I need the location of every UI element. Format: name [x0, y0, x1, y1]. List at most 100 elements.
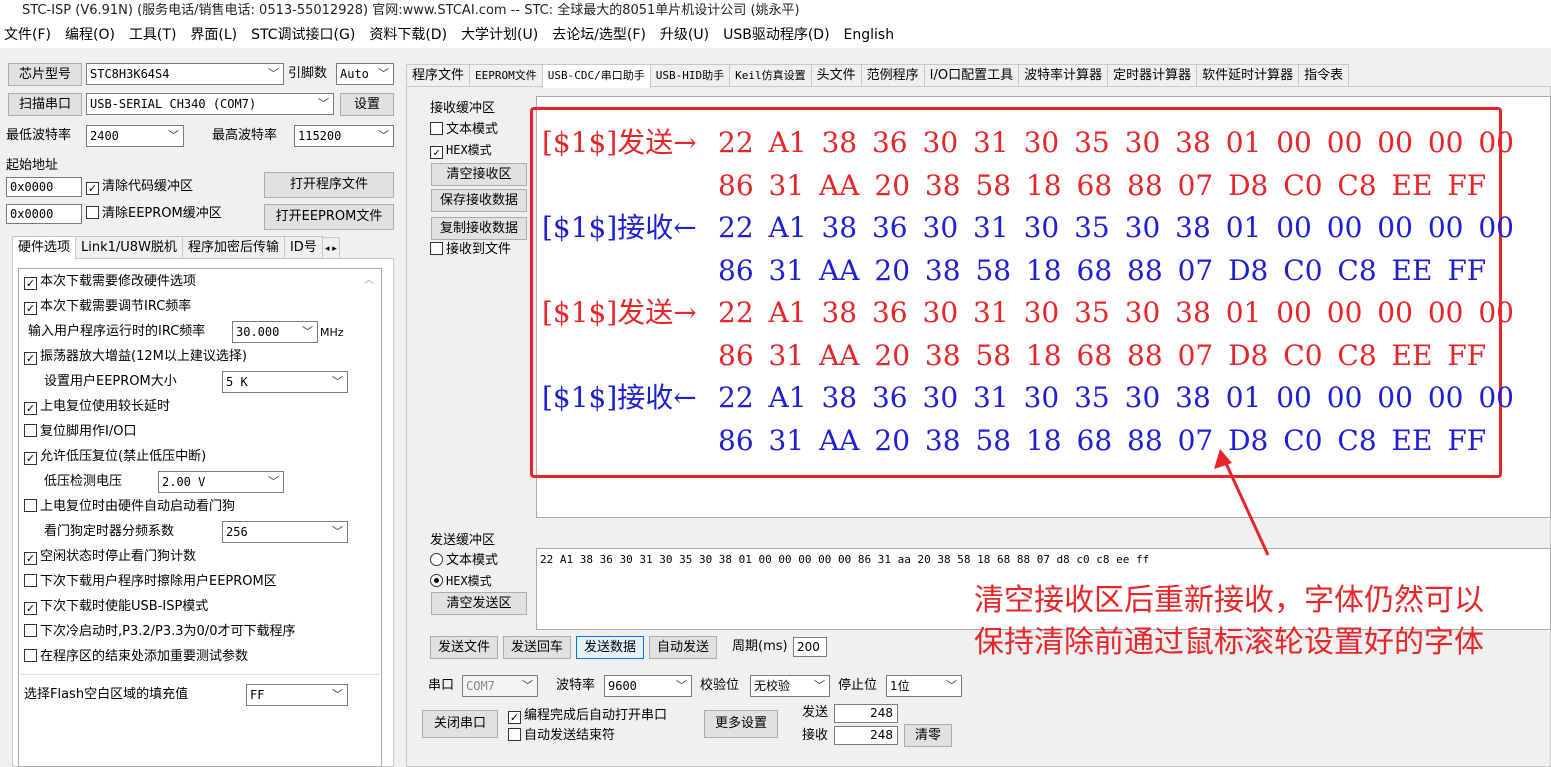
period-input[interactable]: 200 — [793, 637, 827, 657]
code-address-input[interactable]: 0x0000 — [6, 177, 82, 197]
clear-count-button[interactable]: 清零 — [904, 724, 952, 747]
hw-option-erase-eeprom[interactable]: 下次下载用户程序时擦除用户EEPROM区 — [24, 573, 277, 591]
baud-rate-select[interactable]: 9600 ﹀ — [604, 675, 692, 697]
menu-forum[interactable]: 去论坛/选型(F) — [552, 27, 646, 43]
menu-upgrade[interactable]: 升级(U) — [660, 27, 709, 43]
hw-option-long-delay[interactable]: ✓ 上电复位使用较长延时 — [24, 398, 170, 416]
tab-header[interactable]: 头文件 — [810, 64, 862, 86]
parity-select[interactable]: 无校验 ﹀ — [750, 675, 830, 697]
tab-usb-hid[interactable]: USB-HID助手 — [649, 64, 731, 86]
clear-receive-button[interactable]: 清空接收区 — [431, 163, 527, 186]
receive-hex-mode-checkbox[interactable]: ✓ HEX模式 — [430, 141, 492, 159]
check-icon: ✓ — [86, 182, 99, 195]
hw-option-p32-p33[interactable]: 下次冷启动时,P3.2/P3.3为0/0才可下载程序 — [24, 623, 295, 641]
hw-option-wdt-auto[interactable]: 上电复位时由硬件自动启动看门狗 — [24, 498, 235, 516]
receive-to-file-checkbox[interactable]: 接收到文件 — [430, 241, 511, 259]
tab-delay-calc[interactable]: 软件延时计算器 — [1196, 64, 1300, 86]
send-text-mode-radio[interactable]: 文本模式 — [430, 552, 498, 570]
hw-option-reset-io[interactable]: 复位脚用作I/O口 — [24, 423, 136, 441]
auto-end-checkbox[interactable]: 自动发送结束符 — [508, 727, 615, 745]
tab-instructions[interactable]: 指令表 — [1298, 64, 1350, 86]
auto-send-button[interactable]: 自动发送 — [649, 636, 717, 659]
irc-freq-select[interactable]: 30.000 ﹀ — [232, 321, 318, 343]
tab-scroll-arrows[interactable]: ◂ ▸ — [321, 237, 340, 259]
hw-option-gain[interactable]: ✓ 振荡器放大增益(12M以上建议选择) — [24, 348, 247, 366]
receive-text-mode-checkbox[interactable]: 文本模式 — [430, 121, 498, 139]
menu-university[interactable]: 大学计划(U) — [461, 27, 538, 43]
hw-option-usb-isp[interactable]: ✓ 下次下载时使能USB-ISP模式 — [24, 598, 208, 616]
menu-file[interactable]: 文件(F) — [4, 27, 51, 43]
menu-usb-driver[interactable]: USB驱动程序(D) — [723, 27, 829, 43]
menu-bar: 文件(F) 编程(O) 工具(T) 界面(L) STC调试接口(G) 资料下载(D) 大学计… — [0, 22, 1551, 48]
radio-selected-icon — [430, 574, 443, 587]
send-file-button[interactable]: 发送文件 — [430, 636, 498, 659]
wdt-divider-select[interactable]: 256 ﹀ — [222, 521, 348, 543]
tab-hardware-options[interactable]: 硬件选项 — [12, 236, 77, 260]
settings-button[interactable]: 设置 — [340, 93, 394, 116]
window-title: STC-ISP (V6.91N) (服务电话/销售电话: 0513-550129… — [0, 0, 1551, 22]
check-icon: ✓ — [430, 146, 443, 159]
menu-english[interactable]: English — [844, 27, 895, 43]
stop-bits-select[interactable]: 1位 ﹀ — [886, 675, 962, 697]
more-settings-button[interactable]: 更多设置 — [704, 710, 778, 738]
send-data-button[interactable]: 发送数据 — [576, 636, 644, 659]
hw-option-test-params[interactable]: 在程序区的结束处添加重要测试参数 — [24, 648, 248, 666]
sent-count-value: 248 — [834, 704, 898, 723]
right-tab-strip: 程序文件 EEPROM文件 USB-CDC/串口助手 USB-HID助手 Keil仿真设… — [406, 64, 1551, 88]
period-label: 周期(ms) — [732, 639, 788, 654]
auto-open-checkbox[interactable]: ✓ 编程完成后自动打开串口 — [508, 707, 667, 725]
hw-option-lvr[interactable]: ✓ 允许低压复位(禁止低压中断) — [24, 448, 206, 466]
clear-code-checkbox[interactable]: ✓ 清除代码缓冲区 — [86, 178, 193, 196]
tab-baud-calc[interactable]: 波特率计算器 — [1018, 64, 1109, 86]
tab-eeprom-file[interactable]: EEPROM文件 — [469, 64, 543, 86]
min-baud-select[interactable]: 2400 ﹀ — [86, 125, 184, 147]
tab-encrypt[interactable]: 程序加密后传输 — [181, 236, 285, 258]
tab-program-file[interactable]: 程序文件 — [406, 64, 471, 86]
scroll-up-icon[interactable]: ︿ — [364, 272, 374, 290]
receive-buffer-label: 接收缓冲区 — [430, 101, 496, 116]
close-port-button[interactable]: 关闭串口 — [422, 710, 498, 738]
clear-send-button[interactable]: 清空发送区 — [431, 592, 527, 615]
lvd-voltage-label: 低压检测电压 — [44, 474, 123, 489]
tab-usb-cdc-serial[interactable]: USB-CDC/串口助手 — [541, 64, 651, 88]
save-receive-button[interactable]: 保存接收数据 — [431, 189, 527, 212]
tab-io-config[interactable]: I/O口配置工具 — [923, 64, 1020, 86]
clear-eeprom-checkbox[interactable]: 清除EEPROM缓冲区 — [86, 205, 222, 223]
menu-tools[interactable]: 工具(T) — [129, 27, 176, 43]
hw-option-idle-wdt[interactable]: ✓ 空闲状态时停止看门狗计数 — [24, 548, 196, 566]
min-baud-label: 最低波特率 — [6, 128, 72, 143]
menu-interface[interactable]: 界面(L) — [190, 27, 237, 43]
send-hex-mode-radio[interactable]: HEX模式 — [430, 572, 492, 590]
chevron-down-icon: ﹀ — [676, 679, 687, 692]
tab-examples[interactable]: 范例程序 — [860, 64, 925, 86]
hw-option-modify[interactable]: ✓ 本次下载需要修改硬件选项 — [24, 273, 196, 291]
port-select[interactable]: USB-SERIAL CH340 (COM7) ﹀ — [86, 93, 334, 115]
copy-receive-button[interactable]: 复制接收数据 — [431, 217, 527, 240]
eeprom-size-select[interactable]: 5 K ﹀ — [222, 371, 348, 393]
eeprom-address-input[interactable]: 0x0000 — [6, 204, 82, 224]
tab-id[interactable]: ID号 — [283, 236, 323, 258]
tab-link1[interactable]: Link1/U8W脱机 — [75, 236, 183, 258]
menu-debug[interactable]: STC调试接口(G) — [251, 27, 355, 43]
open-program-file-button[interactable]: 打开程序文件 — [264, 172, 394, 198]
receive-line-prefix: [$1$]发送→ — [542, 126, 697, 159]
menu-program[interactable]: 编程(O) — [65, 27, 115, 43]
checkbox-empty-icon — [24, 424, 37, 437]
parity-label: 校验位 — [700, 678, 740, 693]
open-eeprom-file-button[interactable]: 打开EEPROM文件 — [264, 204, 394, 230]
checkbox-empty-icon — [24, 574, 37, 587]
max-baud-select[interactable]: 115200 ﹀ — [294, 125, 394, 147]
receive-line-data: 86 31 AA 20 38 58 18 68 88 07 D8 C0 C8 E… — [718, 338, 1487, 372]
chip-type-select[interactable]: STC8H3K64S4 ﹀ — [86, 63, 284, 85]
send-enter-button[interactable]: 发送回车 — [503, 636, 571, 659]
tab-keil[interactable]: Keil仿真设置 — [729, 64, 812, 86]
hw-option-irc[interactable]: ✓ 本次下载需要调节IRC频率 — [24, 298, 191, 316]
scan-port-button[interactable]: 扫描串口 — [8, 93, 82, 116]
menu-download[interactable]: 资料下载(D) — [369, 27, 447, 43]
lvd-voltage-select[interactable]: 2.00 V ﹀ — [158, 471, 284, 493]
flash-fill-select[interactable]: FF ﹀ — [246, 684, 348, 706]
serial-port-select[interactable]: COM7 ﹀ — [462, 675, 538, 697]
left-tab-strip: 硬件选项 Link1/U8W脱机 程序加密后传输 ID号 ◂ ▸ — [12, 236, 394, 260]
pin-count-select[interactable]: Auto ﹀ — [336, 63, 394, 85]
tab-timer-calc[interactable]: 定时器计算器 — [1107, 64, 1198, 86]
